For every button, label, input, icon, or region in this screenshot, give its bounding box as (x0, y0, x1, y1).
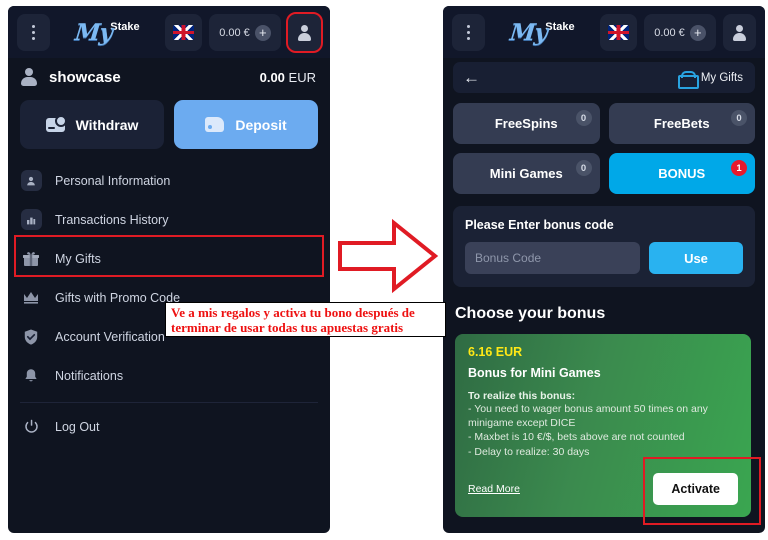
gift-box-icon (677, 70, 699, 89)
instruction-callout: Ve a mis regalos y activa tu bono despué… (165, 302, 446, 337)
wallet-actions: Withdraw Deposit (8, 96, 330, 159)
menu-label: Personal Information (55, 173, 171, 188)
flow-arrow-icon (338, 218, 439, 294)
tab-label: FreeSpins (494, 116, 558, 131)
annotation-line-2: terminar de usar todas tus apuestas grat… (171, 320, 404, 335)
bonus-offer-card: 6.16 EUR Bonus for Mini Games To realize… (455, 334, 761, 525)
tab-label: Mini Games (489, 166, 563, 181)
balance-widget[interactable]: 0.00 € + (644, 14, 716, 51)
tab-label: FreeBets (653, 116, 710, 131)
bonus-condition-2: - Maxbet is 10 €/$, bets above are not c… (468, 431, 685, 444)
menu-label: Gifts with Promo Code (55, 290, 181, 305)
bonus-code-input[interactable] (465, 242, 640, 274)
my-gifts-panel: My Stake 0.00 € + ← My Gifts FreeSpins 0… (443, 6, 765, 533)
crown-icon (20, 287, 42, 309)
activate-bonus-button[interactable]: Activate (653, 472, 738, 505)
gift-category-tabs: FreeSpins 0 FreeBets 0 Mini Games 0 BONU… (443, 93, 765, 204)
top-bar-right: My Stake 0.00 € + (443, 6, 765, 58)
account-balance-amount: 0.00 (259, 69, 285, 85)
tab-badge: 0 (731, 110, 747, 126)
user-avatar-icon (732, 25, 747, 41)
language-selector[interactable] (600, 14, 637, 51)
top-bar-left: My Stake 0.00 € + (8, 6, 330, 58)
choose-bonus-heading: Choose your bonus (455, 305, 606, 322)
kebab-menu-icon[interactable] (17, 14, 50, 51)
logo-my-text: My (73, 19, 114, 46)
account-balance-currency: EUR (288, 69, 316, 85)
bonus-code-card: Please Enter bonus code Use (453, 206, 755, 287)
add-funds-icon[interactable]: + (689, 24, 706, 41)
annotation-line-1: Ve a mis regalos y activa tu bono despué… (171, 305, 415, 320)
mystake-logo[interactable]: My Stake (492, 14, 593, 51)
mystake-logo[interactable]: My Stake (57, 14, 158, 51)
card-icon (45, 114, 67, 132)
account-balance: 0.00 EUR (260, 70, 316, 85)
tab-badge: 0 (575, 160, 592, 176)
gift-box-icon (20, 248, 42, 270)
tab-freebets[interactable]: FreeBets 0 (608, 103, 755, 144)
chart-bars-icon (20, 209, 42, 231)
tab-badge: 1 (731, 160, 747, 176)
balance-amount: 0.00 € (654, 26, 685, 39)
account-summary-row: showcase 0.00 EUR (8, 58, 330, 96)
user-account-button[interactable] (286, 12, 323, 53)
deposit-button[interactable]: Deposit (174, 100, 318, 149)
balance-amount: 0.00 € (219, 26, 250, 39)
deposit-label: Deposit (235, 116, 287, 133)
menu-item-transactions-history[interactable]: Transactions History (8, 200, 330, 239)
language-selector[interactable] (165, 14, 202, 51)
my-gifts-header-bar: ← My Gifts (453, 62, 755, 93)
tab-mini-games[interactable]: Mini Games 0 (453, 153, 600, 194)
bonus-code-title: Please Enter bonus code (465, 218, 614, 232)
menu-label: Log Out (55, 419, 100, 434)
account-menu-panel: My Stake 0.00 € + showcase 0.00 EUR With… (8, 6, 330, 533)
user-account-button[interactable] (723, 14, 756, 51)
bonus-condition-3: - Delay to realize: 30 days (468, 445, 590, 458)
menu-item-log-out[interactable]: Log Out (8, 407, 330, 446)
bell-icon (20, 365, 42, 387)
uk-flag-icon (608, 25, 629, 40)
menu-item-notifications[interactable]: Notifications (8, 356, 330, 395)
use-bonus-code-button[interactable]: Use (649, 242, 743, 274)
menu-item-my-gifts[interactable]: My Gifts (8, 239, 330, 278)
logo-my-text: My (508, 19, 549, 46)
menu-label: Notifications (55, 368, 124, 383)
bonus-amount: 6.16 EUR (468, 345, 523, 359)
menu-label: My Gifts (55, 251, 101, 266)
balance-widget[interactable]: 0.00 € + (209, 14, 281, 51)
bonus-conditions-heading: To realize this bonus: (468, 390, 576, 402)
bonus-name: Bonus for Mini Games (468, 366, 601, 380)
account-username: showcase (49, 68, 121, 86)
tab-badge: 0 (575, 110, 592, 126)
tab-bonus[interactable]: BONUS 1 (608, 153, 755, 194)
page-title: My Gifts (700, 71, 743, 84)
menu-item-personal-information[interactable]: Personal Information (8, 161, 330, 200)
uk-flag-icon (173, 25, 194, 40)
shield-check-icon (20, 326, 42, 348)
person-icon (20, 170, 42, 192)
bonus-condition-1: - You need to wager bonus amount 50 time… (468, 403, 708, 430)
avatar (20, 68, 38, 86)
menu-label: Account Verification (55, 329, 165, 344)
power-icon (20, 416, 42, 438)
tab-label: BONUS (658, 166, 706, 181)
kebab-menu-icon[interactable] (452, 14, 485, 51)
withdraw-label: Withdraw (75, 116, 139, 133)
withdraw-button[interactable]: Withdraw (20, 100, 164, 149)
tab-freespins[interactable]: FreeSpins 0 (453, 103, 600, 144)
logo-stake-text: Stake (545, 21, 575, 33)
back-arrow-icon[interactable]: ← (463, 69, 480, 86)
wallet-icon (205, 117, 225, 132)
read-more-link[interactable]: Read More (468, 483, 520, 495)
add-funds-icon[interactable]: + (254, 24, 271, 41)
logo-stake-text: Stake (110, 21, 140, 33)
user-avatar-icon (297, 25, 312, 41)
menu-label: Transactions History (55, 212, 169, 227)
menu-divider (20, 402, 318, 403)
